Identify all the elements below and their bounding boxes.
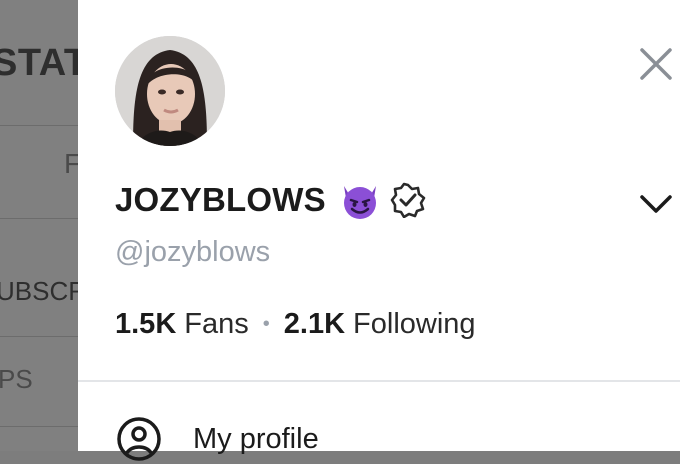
fans-stat[interactable]: 1.5K Fans [115, 308, 249, 341]
section-divider [78, 380, 680, 382]
profile-drawer: JOZYBLOWS @jozyblows 1.5K Fans • 2.1K Foll… [78, 0, 680, 461]
background-page: STAT F UBSCR PS [0, 0, 78, 451]
profile-name: JOZYBLOWS [115, 181, 326, 218]
profile-name-row: JOZYBLOWS [115, 176, 426, 224]
background-row-divider [0, 218, 78, 219]
close-button[interactable] [636, 44, 676, 84]
background-row-label: UBSCR [0, 276, 78, 306]
following-stat[interactable]: 2.1K Following [284, 308, 476, 341]
verified-badge-icon [390, 182, 426, 218]
profile-stats: 1.5K Fans • 2.1K Following [115, 308, 476, 341]
stats-separator: • [262, 313, 270, 335]
avatar[interactable] [115, 36, 225, 146]
avatar-image [115, 36, 225, 146]
close-icon [640, 48, 672, 80]
background-page-title: STAT [0, 42, 78, 84]
profile-handle: @jozyblows [115, 236, 271, 268]
background-row-label-2: PS [0, 364, 33, 394]
background-row-divider [0, 125, 78, 126]
fans-count: 1.5K [115, 308, 177, 340]
background-tab-label: F [64, 148, 78, 179]
following-count: 2.1K [283, 308, 346, 340]
menu-item-my-profile[interactable]: My profile [115, 414, 319, 464]
background-row-divider [0, 426, 78, 427]
chevron-down-icon [640, 195, 672, 213]
smiling-devil-icon [343, 186, 376, 219]
user-circle-icon [117, 417, 161, 461]
following-label: Following [353, 308, 476, 340]
background-row-divider [0, 336, 78, 337]
account-switch-toggle[interactable] [636, 184, 676, 224]
fans-label: Fans [184, 308, 249, 340]
